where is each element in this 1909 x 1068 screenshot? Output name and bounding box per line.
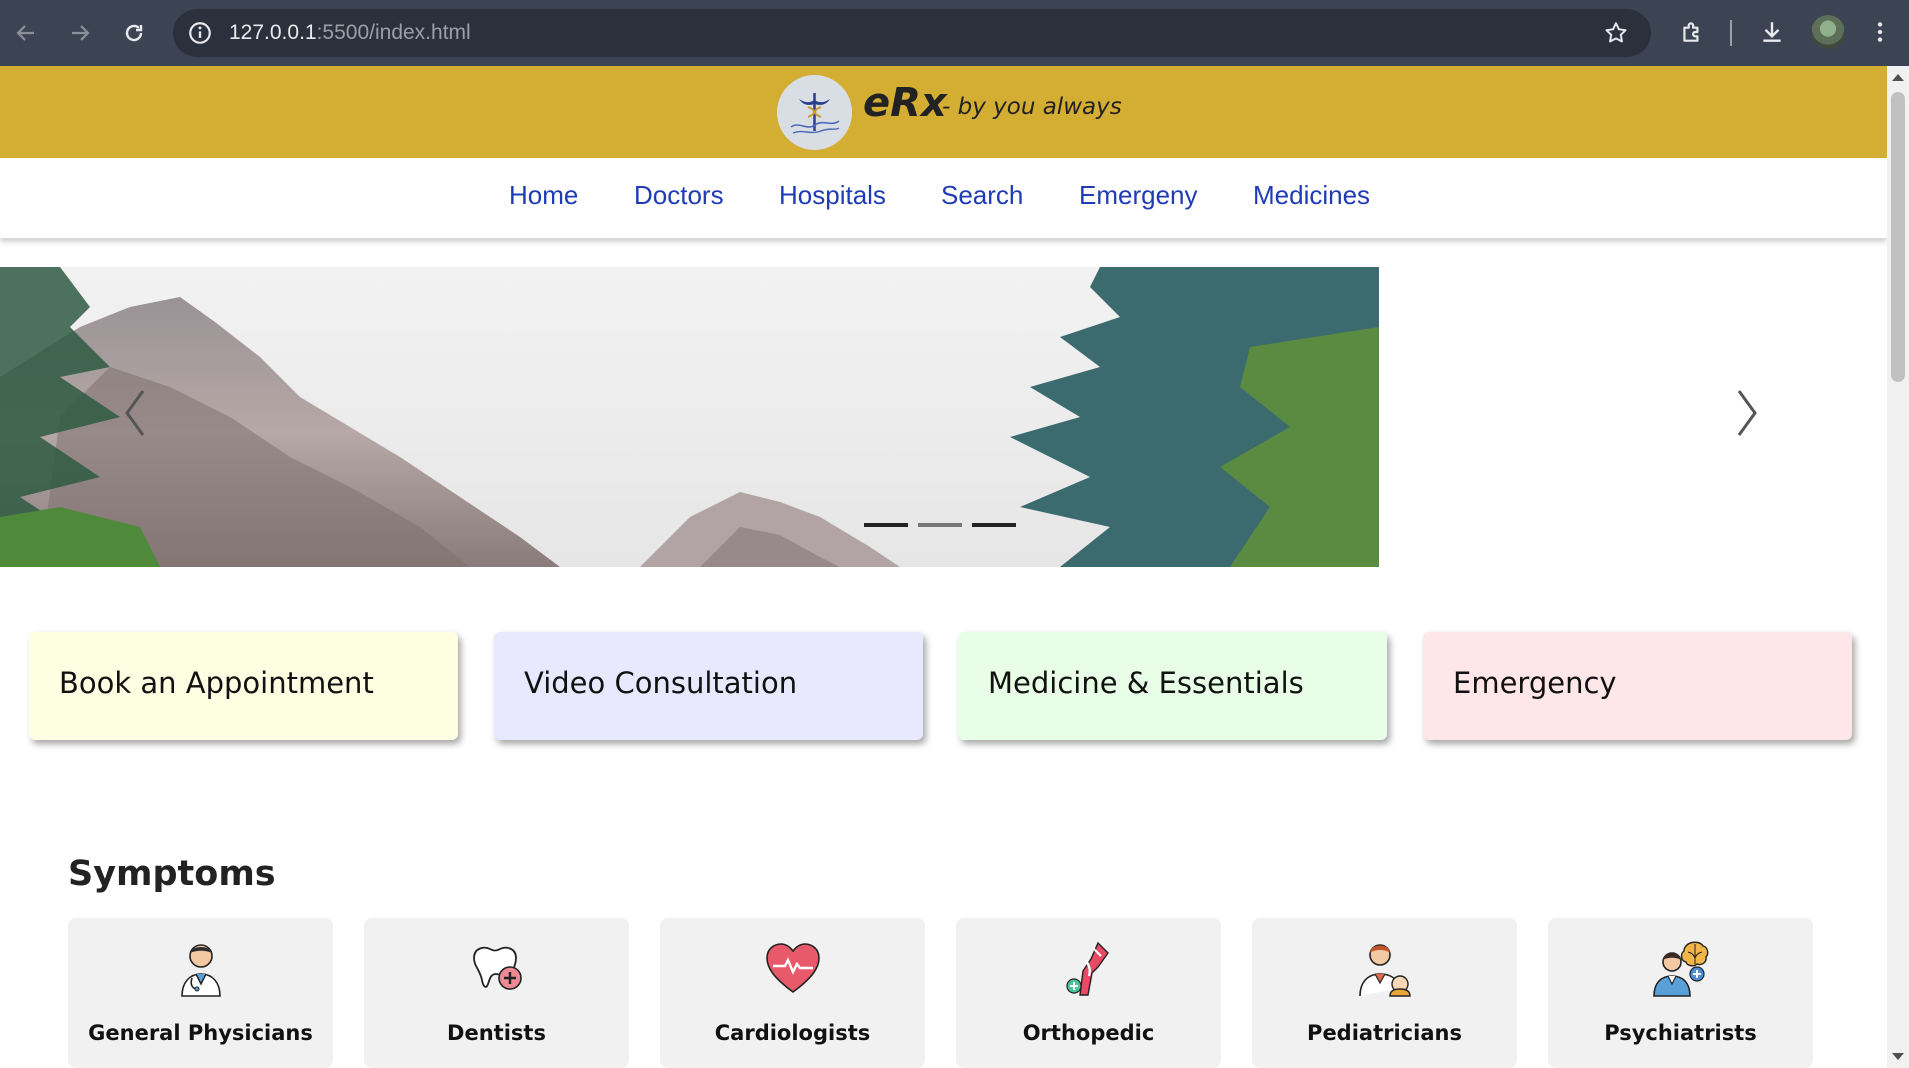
carousel-indicator[interactable] [864,523,908,527]
symptom-card-label: Pediatricians [1307,1021,1462,1045]
scrollbar-thumb[interactable] [1891,92,1905,382]
address-bar[interactable]: 127.0.0.1:5500/index.html [173,9,1651,57]
carousel-indicator[interactable] [918,523,962,527]
heart-icon [766,943,820,993]
brain-doctor-icon [1653,941,1709,997]
browser-menu-button[interactable] [1862,14,1898,50]
symptom-card-label: Psychiatrists [1604,1021,1757,1045]
symptom-card-label: General Physicians [88,1021,313,1045]
kebab-menu-icon [1877,22,1883,42]
symptom-card-pediatricians[interactable]: Pediatricians [1252,918,1517,1068]
symptoms-heading: Symptoms [68,854,276,894]
carousel-next-icon[interactable] [1727,383,1767,443]
service-card-label: Medicine & Essentials [988,666,1304,700]
nav-emergency[interactable]: Emergeny [1079,180,1198,211]
carousel-slide [0,267,1379,567]
nav-doctors[interactable]: Doctors [634,180,724,211]
image-carousel [0,267,1887,567]
carousel-indicator[interactable] [972,523,1016,527]
symptom-card-label: Cardiologists [714,1021,871,1045]
nav-hospitals[interactable]: Hospitals [779,180,886,211]
service-card-video-consultation[interactable]: Video Consultation [494,632,923,740]
nav-search[interactable]: Search [941,180,1023,211]
download-icon [1763,22,1781,42]
nav-home[interactable]: Home [509,180,578,211]
url-text: 127.0.0.1:5500/index.html [229,21,471,44]
extensions-button[interactable] [1674,14,1710,50]
forward-arrow-icon [72,25,90,41]
mountain-landscape-image [0,267,1379,567]
service-card-emergency[interactable]: Emergency [1423,632,1852,740]
doctor-icon [181,944,221,997]
symptom-card-label: Dentists [447,1021,546,1045]
brand-name: eRx [863,80,947,126]
page-scrollbar[interactable] [1887,66,1909,1068]
caduceus-logo-icon [777,75,852,150]
service-card-label: Video Consultation [524,666,798,700]
symptom-card-orthopedic[interactable]: Orthopedic [956,918,1221,1068]
back-arrow-icon [16,25,34,41]
browser-toolbar: 127.0.0.1:5500/index.html [0,0,1909,66]
pediatrician-icon [1359,944,1411,997]
service-card-medicine[interactable]: Medicine & Essentials [958,632,1387,740]
toolbar-divider [1730,20,1732,46]
service-card-label: Book an Appointment [59,666,374,700]
symptom-card-dentists[interactable]: Dentists [364,918,629,1068]
tooth-icon [473,946,522,990]
bookmark-star-icon[interactable] [1603,20,1629,46]
puzzle-icon [1683,22,1699,42]
profile-avatar[interactable] [1811,15,1845,49]
reload-button[interactable] [114,13,154,53]
bone-joint-icon [1066,941,1109,996]
logo[interactable] [777,75,852,150]
symptom-card-cardiologists[interactable]: Cardiologists [660,918,925,1068]
scroll-up-arrow-icon[interactable] [1892,74,1904,81]
nav-medicines[interactable]: Medicines [1253,180,1370,211]
forward-button[interactable] [60,13,100,53]
back-button[interactable] [6,13,46,53]
carousel-prev-icon[interactable] [115,383,155,443]
page-viewport: eRx - by you always Home Doctors Hospita… [0,66,1909,1068]
symptom-card-label: Orthopedic [1022,1021,1155,1045]
brand-header: eRx - by you always [0,66,1887,158]
service-card-label: Emergency [1453,666,1617,700]
symptom-card-psychiatrists[interactable]: Psychiatrists [1548,918,1813,1068]
reload-icon [125,24,143,42]
service-card-appointment[interactable]: Book an Appointment [29,632,458,740]
downloads-button[interactable] [1754,14,1790,50]
brand-tagline: - by you always [942,94,1122,120]
symptom-card-general-physicians[interactable]: General Physicians [68,918,333,1068]
scroll-down-arrow-icon[interactable] [1892,1053,1904,1060]
main-nav: Home Doctors Hospitals Search Emergeny M… [0,158,1887,238]
site-info-icon[interactable] [187,20,213,46]
carousel-indicators [864,523,1016,527]
